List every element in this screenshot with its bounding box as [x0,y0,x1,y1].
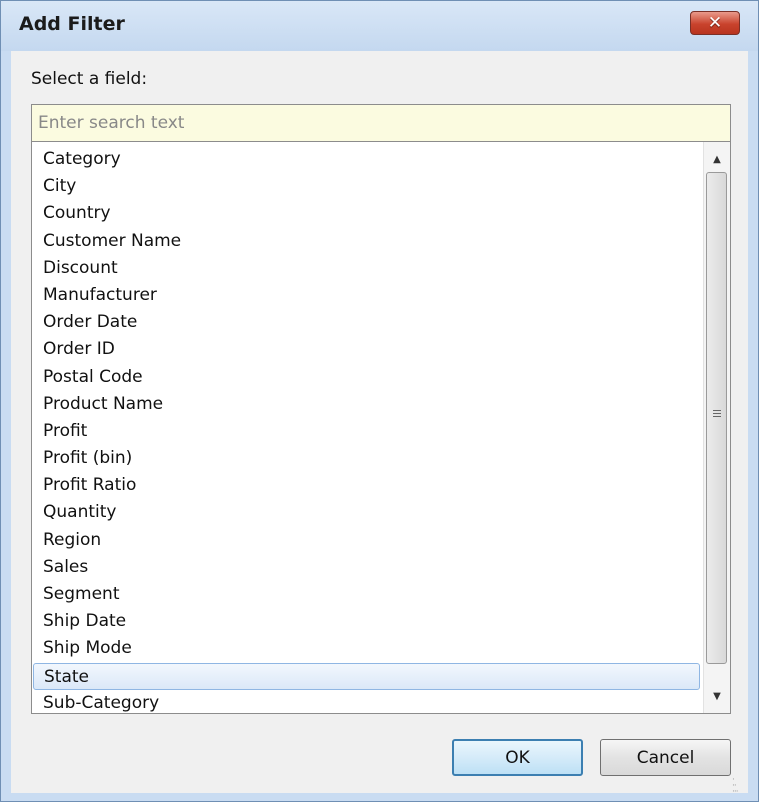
list-item[interactable]: Order Date [32,309,704,336]
field-list[interactable]: Category City Country Customer Name Discount… [31,142,731,714]
list-item[interactable]: Customer Name [32,228,704,255]
list-item[interactable]: Sales [32,554,704,581]
close-button[interactable]: ✕ [690,11,740,35]
list-item[interactable]: Region [32,527,704,554]
field-list-items: Category City Country Customer Name Discount… [32,146,704,713]
list-item[interactable]: Profit Ratio [32,472,704,499]
search-input[interactable] [31,104,731,142]
thumb-grip-icon [713,410,721,419]
cancel-button[interactable]: Cancel [600,739,731,776]
vertical-scrollbar[interactable]: ▲ ▼ [703,142,730,713]
list-item[interactable]: City [32,173,704,200]
list-item[interactable]: Manufacturer [32,282,704,309]
list-item[interactable]: Product Name [32,391,704,418]
list-item[interactable]: Profit (bin) [32,445,704,472]
add-filter-dialog: Add Filter ✕ Select a field: CategoryCit… [0,0,759,802]
scroll-thumb[interactable] [706,172,727,664]
close-icon: ✕ [707,13,723,33]
list-item[interactable]: Country [32,200,704,227]
scroll-up-button[interactable]: ▲ [704,146,730,172]
dialog-title: Add Filter [19,13,125,35]
list-item[interactable]: Quantity [32,499,704,526]
chevron-down-icon: ▼ [713,690,721,702]
ok-button[interactable]: OK [452,739,583,776]
list-item[interactable]: Ship Mode [32,635,704,662]
list-item[interactable]: Postal Code [32,364,704,391]
list-item-selected[interactable]: State [33,662,700,690]
resize-grip-icon[interactable]: · ·· ··· [732,776,744,797]
title-bar[interactable]: Add Filter ✕ [1,1,758,51]
list-item[interactable]: Profit [32,418,704,445]
list-item[interactable]: Segment [32,581,704,608]
list-item[interactable]: Category [32,146,704,173]
list-item[interactable]: Sub-Category [32,690,704,713]
list-item[interactable]: Order ID [32,336,704,363]
list-item[interactable]: Ship Date [32,608,704,635]
scroll-down-button[interactable]: ▼ [704,683,730,709]
chevron-up-icon: ▲ [713,153,721,165]
list-item[interactable]: Discount [32,255,704,282]
dialog-body: Select a field: CategoryCityCountryCusto… [11,51,748,797]
select-field-label: Select a field: [31,69,148,89]
